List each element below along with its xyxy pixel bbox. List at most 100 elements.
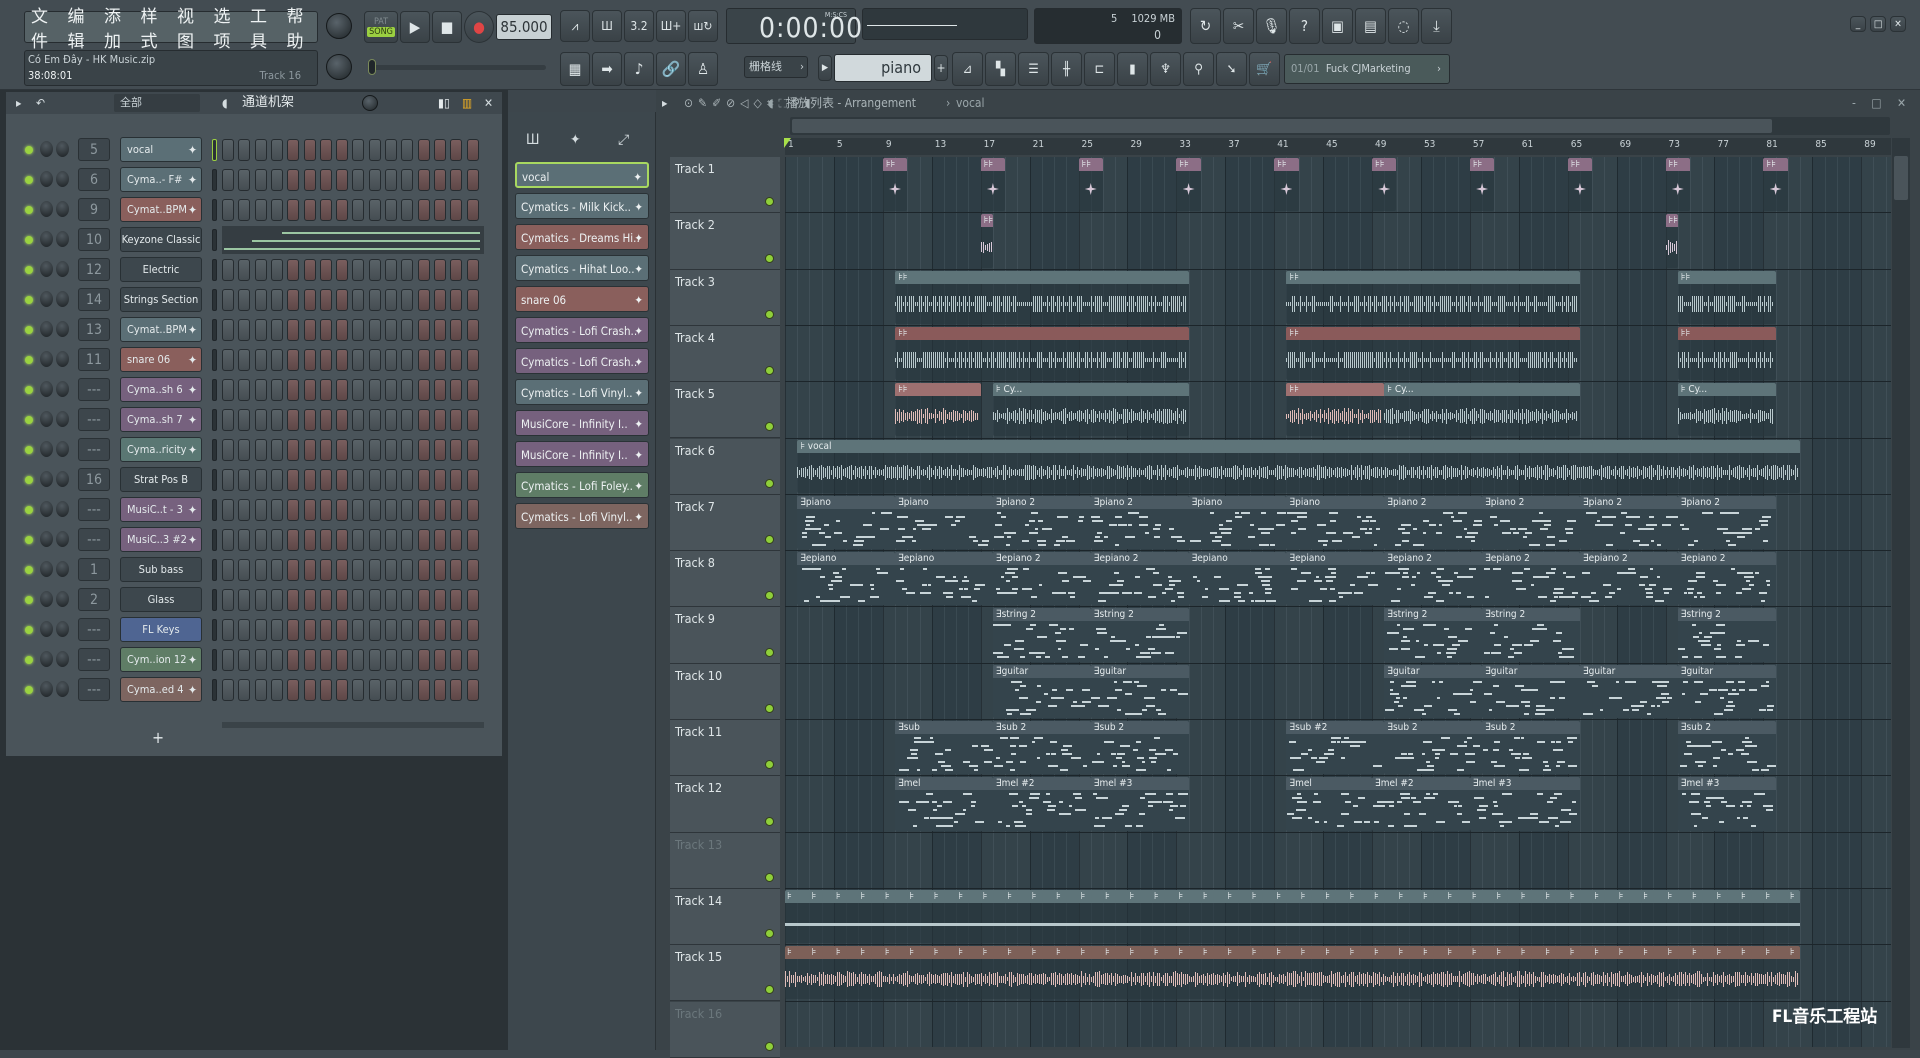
pattern-clip[interactable]: ∃piano 2 [992, 495, 1091, 550]
news-panel[interactable]: 01/01 Fuck CJMarketing › [1284, 54, 1450, 84]
step-button[interactable] [466, 589, 479, 611]
channel-name-button[interactable]: Cym..ion 12 ✦ [120, 647, 202, 672]
channel-volume-knob[interactable] [56, 621, 69, 637]
audio-clip[interactable]: ⊧⊧ [1665, 214, 1678, 268]
step-button[interactable] [433, 679, 446, 701]
step-button[interactable] [401, 199, 414, 221]
channel-select[interactable] [212, 169, 217, 191]
step-button[interactable] [254, 529, 267, 551]
channel-volume-knob[interactable] [56, 411, 69, 427]
audio-clip[interactable]: ⊧ ⊧ ⊧ ⊧ ⊧ ⊧ ⊧ ⊧ ⊧ ⊧ ⊧ ⊧ ⊧ ⊧ ⊧ ⊧ ⊧ ⊧ ⊧ ⊧ ⊧ ⊧ ⊧ ⊧ ⊧ ⊧ ⊧ ⊧ ⊧ ⊧ ⊧ ⊧ ⊧ ⊧ ⊧ ⊧ ⊧ ⊧ ⊧ ⊧… [785, 889, 1801, 944]
touch-button[interactable]: ➘ [1216, 52, 1247, 86]
step-button[interactable] [222, 529, 234, 551]
scroll-thumb[interactable] [792, 119, 1772, 133]
step-button[interactable] [254, 469, 267, 491]
audio-clip[interactable]: ⊧ Cy... [992, 383, 1189, 437]
step-button[interactable] [222, 139, 234, 161]
step-button[interactable] [466, 319, 479, 341]
step-button[interactable] [336, 439, 349, 461]
channel-pan-knob[interactable] [40, 321, 53, 337]
channel-mute-led[interactable] [25, 416, 33, 424]
step-button[interactable] [238, 379, 251, 401]
step-button[interactable] [303, 589, 316, 611]
step-button[interactable] [352, 169, 365, 191]
step-button[interactable] [368, 379, 381, 401]
step-button[interactable] [270, 169, 283, 191]
step-button[interactable] [336, 169, 349, 191]
mixer-track-number[interactable]: 16 [78, 468, 110, 491]
step-button[interactable] [287, 619, 300, 641]
step-button[interactable] [222, 499, 234, 521]
step-button[interactable] [385, 529, 397, 551]
channel-volume-knob[interactable] [56, 321, 69, 337]
track-header[interactable]: Track 13 [670, 832, 780, 889]
step-button[interactable] [417, 619, 430, 641]
step-button[interactable] [385, 559, 397, 581]
step-button[interactable] [450, 199, 463, 221]
audio-clip[interactable]: ⊧⊧ [1286, 383, 1385, 437]
step-button[interactable] [238, 649, 251, 671]
track-mute-led[interactable] [765, 535, 774, 545]
step-button[interactable] [352, 559, 365, 581]
channel-name-button[interactable]: MusiC..3 #2 ✦ [120, 527, 202, 552]
menu-item[interactable]: 选项 [214, 2, 245, 52]
step-button[interactable] [450, 529, 463, 551]
step-button[interactable] [433, 559, 446, 581]
channel-pan-knob[interactable] [40, 621, 53, 637]
step-button[interactable] [368, 439, 381, 461]
step-button[interactable] [417, 499, 430, 521]
pattern-item[interactable]: MusiCore - Infinity I.. ✦ [515, 410, 649, 436]
menu-item[interactable]: 帮助 [287, 2, 318, 52]
add-pattern-button[interactable]: + [934, 55, 948, 81]
channel-select[interactable] [212, 619, 217, 641]
piano-roll-button[interactable]: ⊿ [952, 52, 983, 86]
step-button[interactable] [303, 649, 316, 671]
track-mute-led[interactable] [765, 703, 774, 713]
audio-clip[interactable]: ⊧⊧ [1469, 158, 1495, 212]
step-button[interactable] [466, 679, 479, 701]
channel-pan-knob[interactable] [40, 441, 53, 457]
step-button[interactable] [238, 499, 251, 521]
close-button[interactable]: ✕ [1890, 16, 1906, 32]
step-button[interactable] [319, 649, 332, 671]
plugin-button[interactable]: ♆ [1150, 52, 1181, 86]
step-button[interactable] [303, 499, 316, 521]
menu-item[interactable]: 编辑 [68, 2, 99, 52]
pattern-clip[interactable]: ∃sub #2 [1286, 721, 1385, 775]
step-button[interactable] [319, 559, 332, 581]
step-button[interactable] [303, 469, 316, 491]
step-button[interactable] [222, 319, 234, 341]
step-button[interactable] [401, 649, 414, 671]
step-button[interactable] [385, 439, 397, 461]
channel-mute-led[interactable] [25, 146, 33, 154]
step-button[interactable] [433, 289, 446, 311]
step-button[interactable] [450, 439, 463, 461]
step-button[interactable] [270, 199, 283, 221]
step-button[interactable] [417, 139, 430, 161]
pattern-clip[interactable]: ∃epiano 2 [992, 552, 1091, 606]
play-button[interactable]: ▶ [400, 11, 430, 43]
tempo-tapper-button[interactable]: ⚲ [1183, 52, 1214, 86]
step-button[interactable] [352, 439, 365, 461]
channel-mute-led[interactable] [25, 236, 33, 244]
pattern-clip[interactable]: ∃sub 2 [992, 721, 1091, 775]
step-button[interactable] [450, 469, 463, 491]
track-header[interactable]: Track 12 [670, 776, 780, 833]
pattern-clip[interactable]: ∃mel #3 [1677, 777, 1776, 831]
channel-volume-knob[interactable] [56, 351, 69, 367]
step-button[interactable] [433, 319, 446, 341]
step-button[interactable] [385, 469, 397, 491]
track-mute-led[interactable] [765, 366, 774, 376]
channel-name-button[interactable]: Cyma..ed 4 ✦ [120, 677, 202, 702]
pitch-slider[interactable] [368, 59, 546, 75]
step-button[interactable] [352, 469, 365, 491]
step-button[interactable] [433, 409, 446, 431]
mixer-track-number[interactable]: 12 [78, 258, 110, 281]
track-mute-led[interactable] [765, 985, 774, 995]
step-button[interactable] [336, 589, 349, 611]
master-volume-knob[interactable] [326, 13, 352, 39]
channel-name-button[interactable]: Electric [120, 257, 202, 282]
track-header[interactable]: Track 9 [670, 607, 780, 664]
track-mute-led[interactable] [765, 872, 774, 882]
step-button[interactable] [238, 619, 251, 641]
